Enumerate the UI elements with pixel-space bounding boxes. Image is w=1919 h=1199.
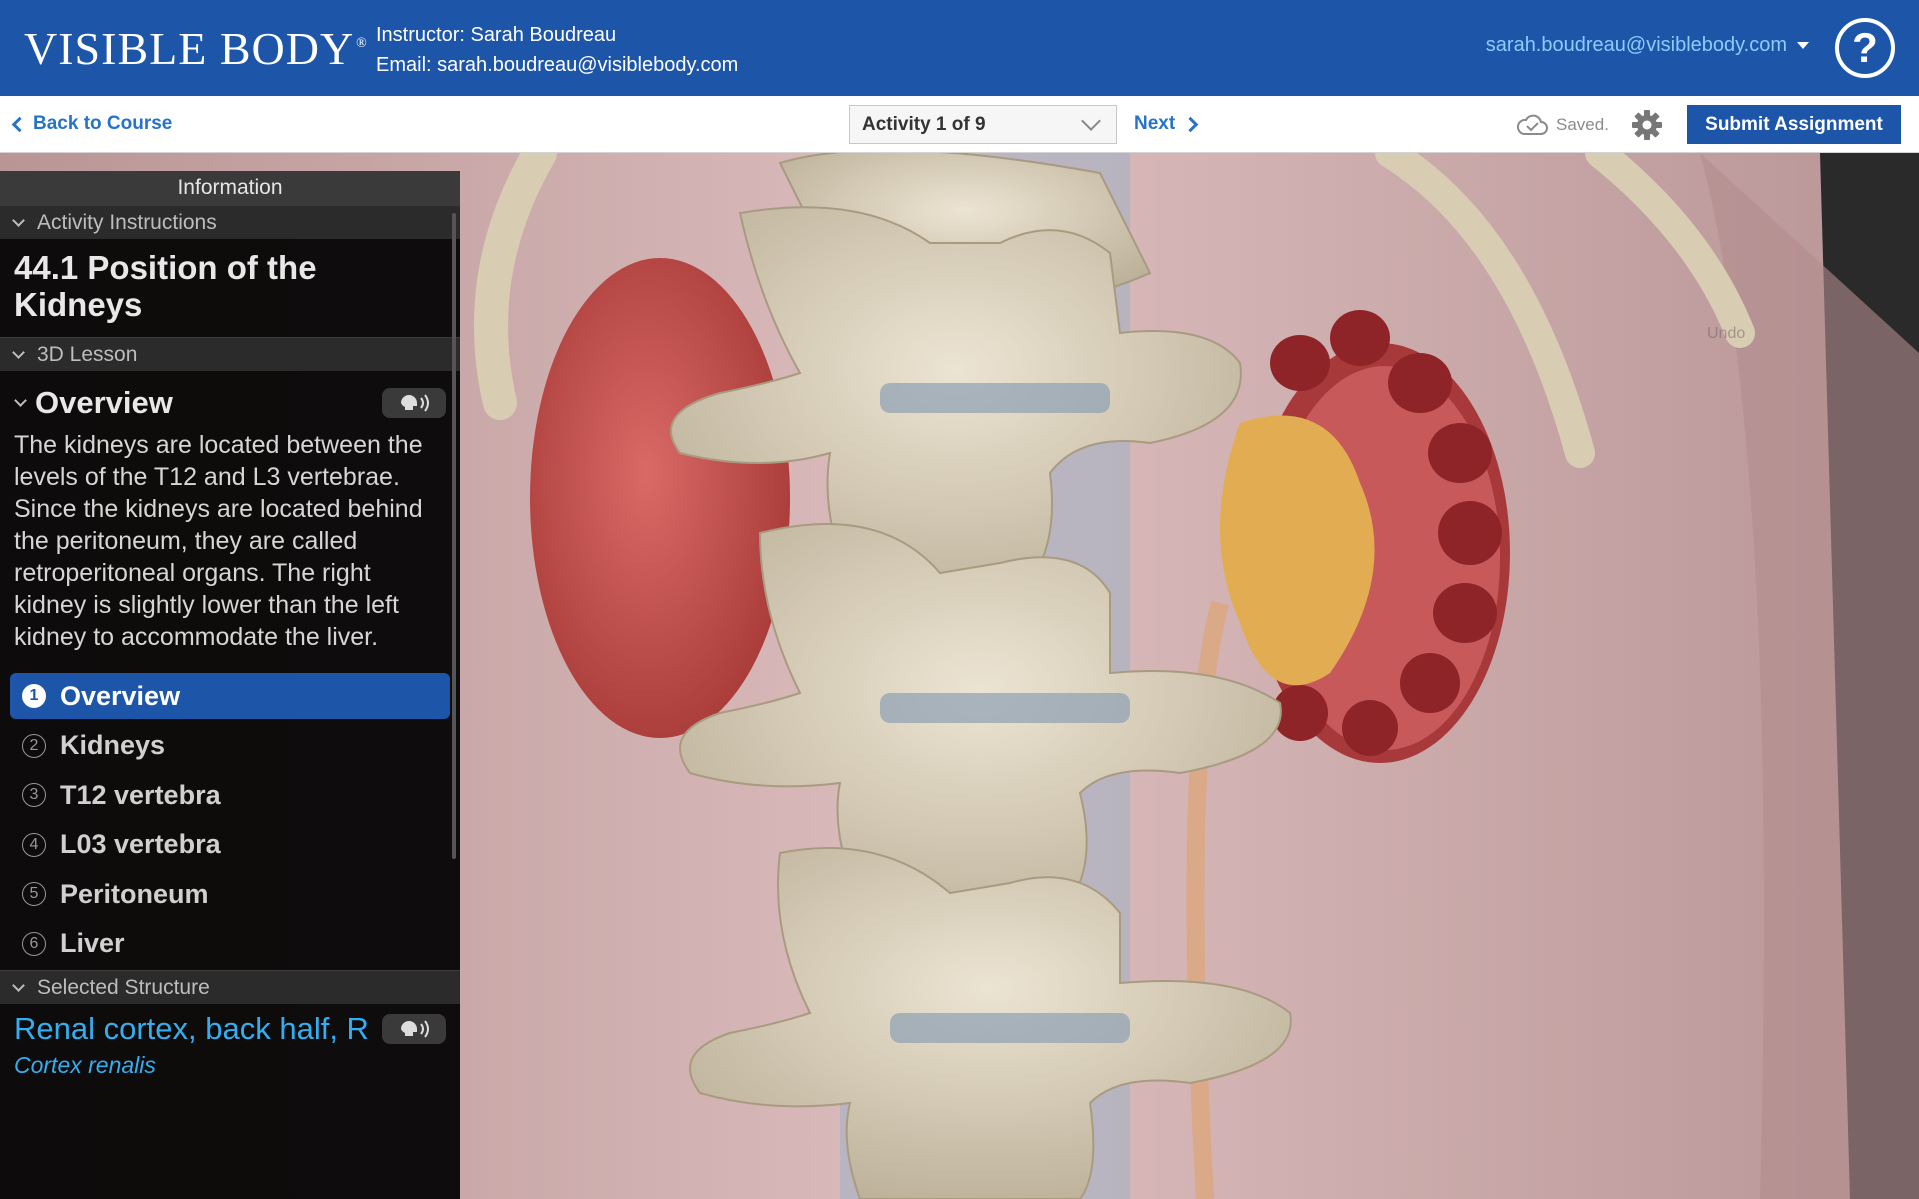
lesson-step-kidneys[interactable]: 2 Kidneys (10, 723, 450, 769)
step-label: L03 vertebra (60, 829, 221, 859)
section-label: Activity Instructions (37, 210, 217, 234)
assignment-toolbar: Back to Course Activity 1 of 9 Next Save… (0, 96, 1919, 153)
lesson-step-t12-vertebra[interactable]: 3 T12 vertebra (10, 772, 450, 818)
section-label: 3D Lesson (37, 342, 138, 366)
chevron-right-icon (1182, 116, 1199, 132)
back-label: Back to Course (33, 113, 173, 134)
step-number: 6 (22, 931, 46, 956)
information-panel: Information Activity Instructions 44.1 P… (0, 171, 460, 1199)
lesson-title: Overview (35, 385, 173, 420)
caret-down-icon (1797, 42, 1809, 49)
step-label: Overview (60, 680, 181, 711)
visible-body-logo[interactable]: VISIBLE BODY ® (24, 18, 368, 78)
speaker-head-icon (401, 1020, 429, 1038)
submit-assignment-button[interactable]: Submit Assignment (1687, 105, 1901, 144)
panel-scrollbar[interactable] (452, 213, 456, 859)
refresh-button[interactable]: Refresh (1838, 325, 1894, 343)
next-activity-link[interactable]: Next (1134, 113, 1199, 135)
selected-structure-header[interactable]: Selected Structure (0, 970, 460, 1004)
structure-name: Renal cortex, back half, R (14, 1011, 369, 1046)
step-number: 5 (22, 882, 46, 906)
speaker-head-icon (401, 394, 429, 412)
back-to-course-link[interactable]: Back to Course (11, 113, 173, 135)
step-label: T12 vertebra (60, 779, 221, 810)
structure-audio-button[interactable] (382, 1014, 446, 1044)
lesson-toggle[interactable]: Overview (14, 385, 173, 421)
step-number: 1 (22, 684, 46, 708)
chevron-left-icon (11, 116, 28, 132)
activity-title: 44.1 Position of the Kidneys (14, 249, 317, 323)
lesson-step-peritoneum[interactable]: 5 Peritoneum (10, 871, 450, 917)
gear-icon[interactable] (1630, 108, 1664, 142)
instructor-name: Instructor: Sarah Boudreau (376, 24, 617, 46)
undo-button[interactable]: Undo (1707, 325, 1745, 343)
chevron-down-icon (12, 213, 25, 227)
activity-select-value: Activity 1 of 9 (862, 113, 986, 135)
lesson-step-overview[interactable]: 1 Overview (10, 673, 450, 719)
step-label: Liver (60, 928, 125, 958)
3d-lesson-header[interactable]: 3D Lesson (0, 337, 460, 371)
step-number: 2 (22, 733, 46, 758)
cloud-check-icon (1516, 114, 1548, 135)
lesson-description: The kidneys are located between the leve… (14, 431, 423, 651)
account-email: sarah.boudreau@visiblebody.com (1485, 34, 1787, 56)
instructor-info: Instructor: Sarah Boudreau Email: sarah.… (376, 20, 738, 80)
chevron-down-icon (12, 978, 25, 992)
chevron-down-icon (14, 394, 27, 407)
step-label: Kidneys (60, 730, 166, 760)
chevron-down-icon (1081, 110, 1101, 131)
lesson-step-liver[interactable]: 6 Liver (10, 921, 450, 967)
saved-label: Saved. (1556, 115, 1609, 134)
step-number: 3 (22, 783, 46, 807)
instructor-email: Email: sarah.boudreau@visiblebody.com (376, 54, 739, 76)
next-label: Next (1134, 113, 1176, 134)
top-header: VISIBLE BODY ® Instructor: Sarah Boudrea… (0, 0, 1919, 96)
lesson-step-l03-vertebra[interactable]: 4 L03 vertebra (10, 822, 450, 868)
logo-registered-mark: ® (356, 36, 368, 51)
panel-title: Information (0, 171, 460, 205)
lesson-heading: Overview (0, 371, 460, 425)
structure-latin-name: Cortex renalis (14, 1052, 156, 1078)
account-menu[interactable]: sarah.boudreau@visiblebody.com (1486, 34, 1809, 57)
chevron-down-icon (12, 345, 25, 359)
selected-structure: Renal cortex, back half, R (0, 1004, 460, 1048)
save-status: Saved. (1516, 114, 1609, 136)
help-button[interactable]: ? (1835, 18, 1895, 78)
step-number: 4 (22, 832, 46, 857)
activity-select[interactable]: Activity 1 of 9 (849, 105, 1117, 144)
section-label: Selected Structure (37, 975, 210, 999)
logo-text: VISIBLE BODY (24, 22, 355, 74)
step-label: Peritoneum (60, 878, 209, 909)
lesson-audio-button[interactable] (382, 388, 446, 418)
lesson-steps: 1 Overview 2 Kidneys 3 T12 vertebra 4 L0… (0, 673, 460, 967)
activity-instructions-header[interactable]: Activity Instructions (0, 205, 460, 239)
